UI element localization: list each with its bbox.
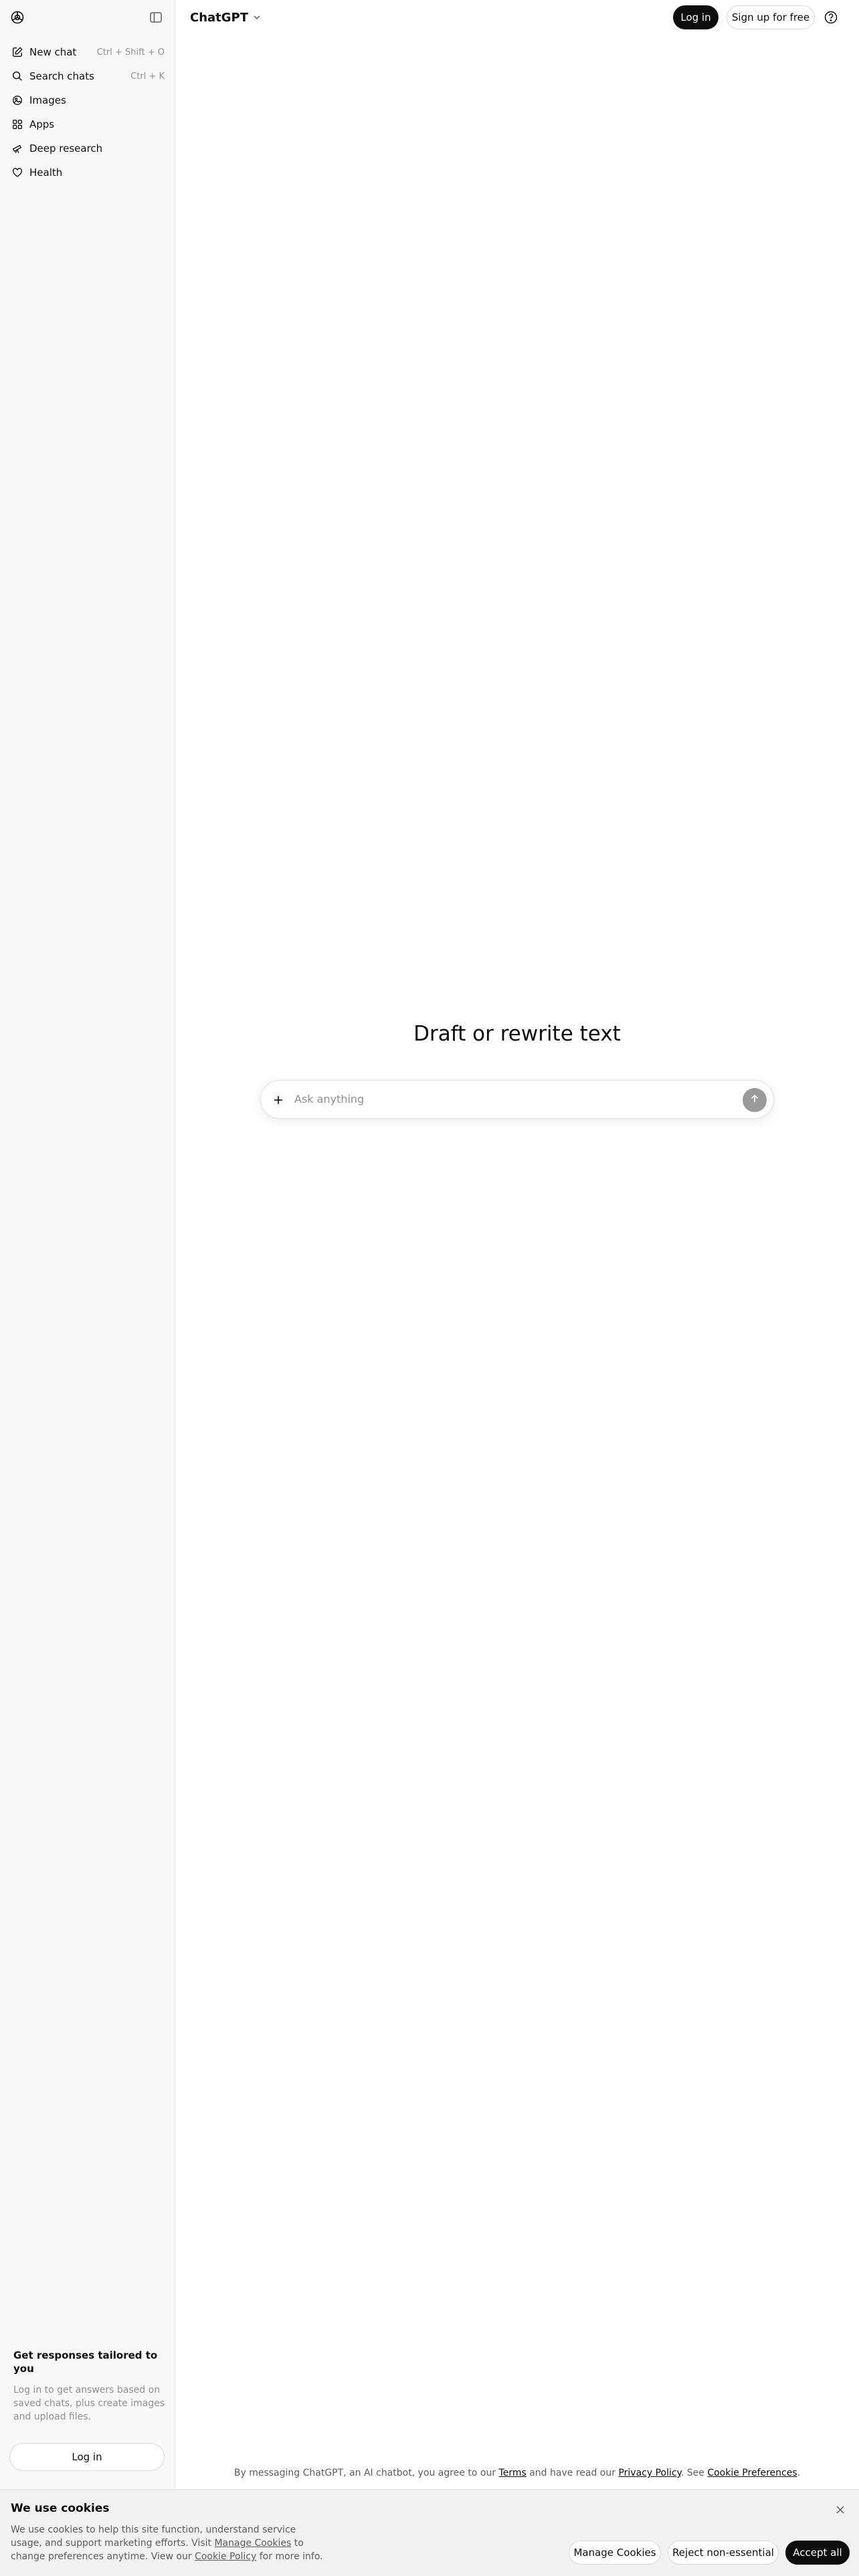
disclaimer-text: and have read our <box>526 2468 619 2478</box>
reject-non-essential-button[interactable]: Reject non-essential <box>668 2541 779 2565</box>
sidebar-item-deep-research[interactable]: Deep research <box>5 136 170 160</box>
apps-icon <box>11 118 24 131</box>
composer: Ask anything <box>260 1080 774 1119</box>
sidebar-item-search-chats[interactable]: Search chats Ctrl + K <box>5 64 170 88</box>
plus-icon[interactable] <box>270 1092 286 1108</box>
terms-disclaimer: By messaging ChatGPT, an AI chatbot, you… <box>175 2468 859 2478</box>
sidebar-item-new-chat[interactable]: New chat Ctrl + Shift + O <box>5 40 170 64</box>
terms-link[interactable]: Terms <box>499 2468 527 2478</box>
top-bar: ChatGPT Log in Sign up for free <box>175 0 859 35</box>
send-button[interactable] <box>743 1088 767 1112</box>
sidebar-item-label: New chat <box>29 46 77 58</box>
openai-logo-icon[interactable] <box>9 9 25 25</box>
sidebar-item-label: Images <box>29 94 66 106</box>
sidebar-item-health[interactable]: Health <box>5 160 170 185</box>
sidebar-item-apps[interactable]: Apps <box>5 112 170 136</box>
manage-cookies-button[interactable]: Manage Cookies <box>569 2541 661 2565</box>
disclaimer-text: . <box>797 2468 801 2478</box>
close-icon[interactable] <box>834 2503 847 2516</box>
search-icon <box>11 70 24 83</box>
images-icon <box>11 94 24 107</box>
model-selector[interactable]: ChatGPT <box>190 8 262 27</box>
help-icon[interactable] <box>823 9 839 25</box>
disclaimer-text: . See <box>680 2468 708 2478</box>
sidebar-nav: New chat Ctrl + Shift + O Search chats C… <box>5 40 170 185</box>
cookie-text: We use cookies to help this site functio… <box>11 2523 325 2563</box>
cookie-preferences-link[interactable]: Cookie Preferences <box>707 2468 797 2478</box>
cookie-title: We use cookies <box>11 2502 110 2515</box>
sidebar-item-images[interactable]: Images <box>5 88 170 112</box>
sidebar-toggle-icon[interactable] <box>148 9 164 25</box>
sidebar: New chat Ctrl + Shift + O Search chats C… <box>0 0 175 2576</box>
cookie-policy-link[interactable]: Cookie Policy <box>195 2551 256 2562</box>
cookie-text-part: for more info. <box>256 2551 323 2562</box>
login-promo: Get responses tailored to you Log in to … <box>13 2349 167 2424</box>
telescope-icon <box>11 142 24 155</box>
promo-title: Get responses tailored to you <box>13 2349 158 2375</box>
sidebar-login-button[interactable]: Log in <box>9 2443 165 2471</box>
sidebar-item-label: Health <box>29 167 63 179</box>
sidebar-top <box>0 0 175 35</box>
disclaimer-text: By messaging ChatGPT, an AI chatbot, you… <box>233 2468 499 2478</box>
sidebar-item-label: Apps <box>29 118 55 130</box>
accept-all-button[interactable]: Accept all <box>785 2541 850 2565</box>
promo-text: Log in to get answers based on saved cha… <box>13 2385 165 2422</box>
signup-button[interactable]: Sign up for free <box>727 5 815 29</box>
chevron-down-icon <box>252 13 262 22</box>
keyboard-shortcut: Ctrl + Shift + O <box>96 47 165 58</box>
login-button[interactable]: Log in <box>673 5 719 29</box>
model-name: ChatGPT <box>190 10 249 25</box>
composer-input[interactable]: Ask anything <box>294 1093 364 1105</box>
edit-icon <box>11 45 24 59</box>
sidebar-item-label: Search chats <box>29 70 94 82</box>
keyboard-shortcut: Ctrl + K <box>130 71 165 82</box>
sidebar-item-label: Deep research <box>29 142 103 154</box>
manage-cookies-link[interactable]: Manage Cookies <box>214 2538 291 2549</box>
heart-icon <box>11 166 24 179</box>
privacy-policy-link[interactable]: Privacy Policy <box>618 2468 680 2478</box>
arrow-up-icon <box>749 1093 760 1107</box>
cookie-banner: We use cookies We use cookies to help th… <box>0 2489 859 2576</box>
page-headline: Draft or rewrite text <box>413 1022 621 1046</box>
